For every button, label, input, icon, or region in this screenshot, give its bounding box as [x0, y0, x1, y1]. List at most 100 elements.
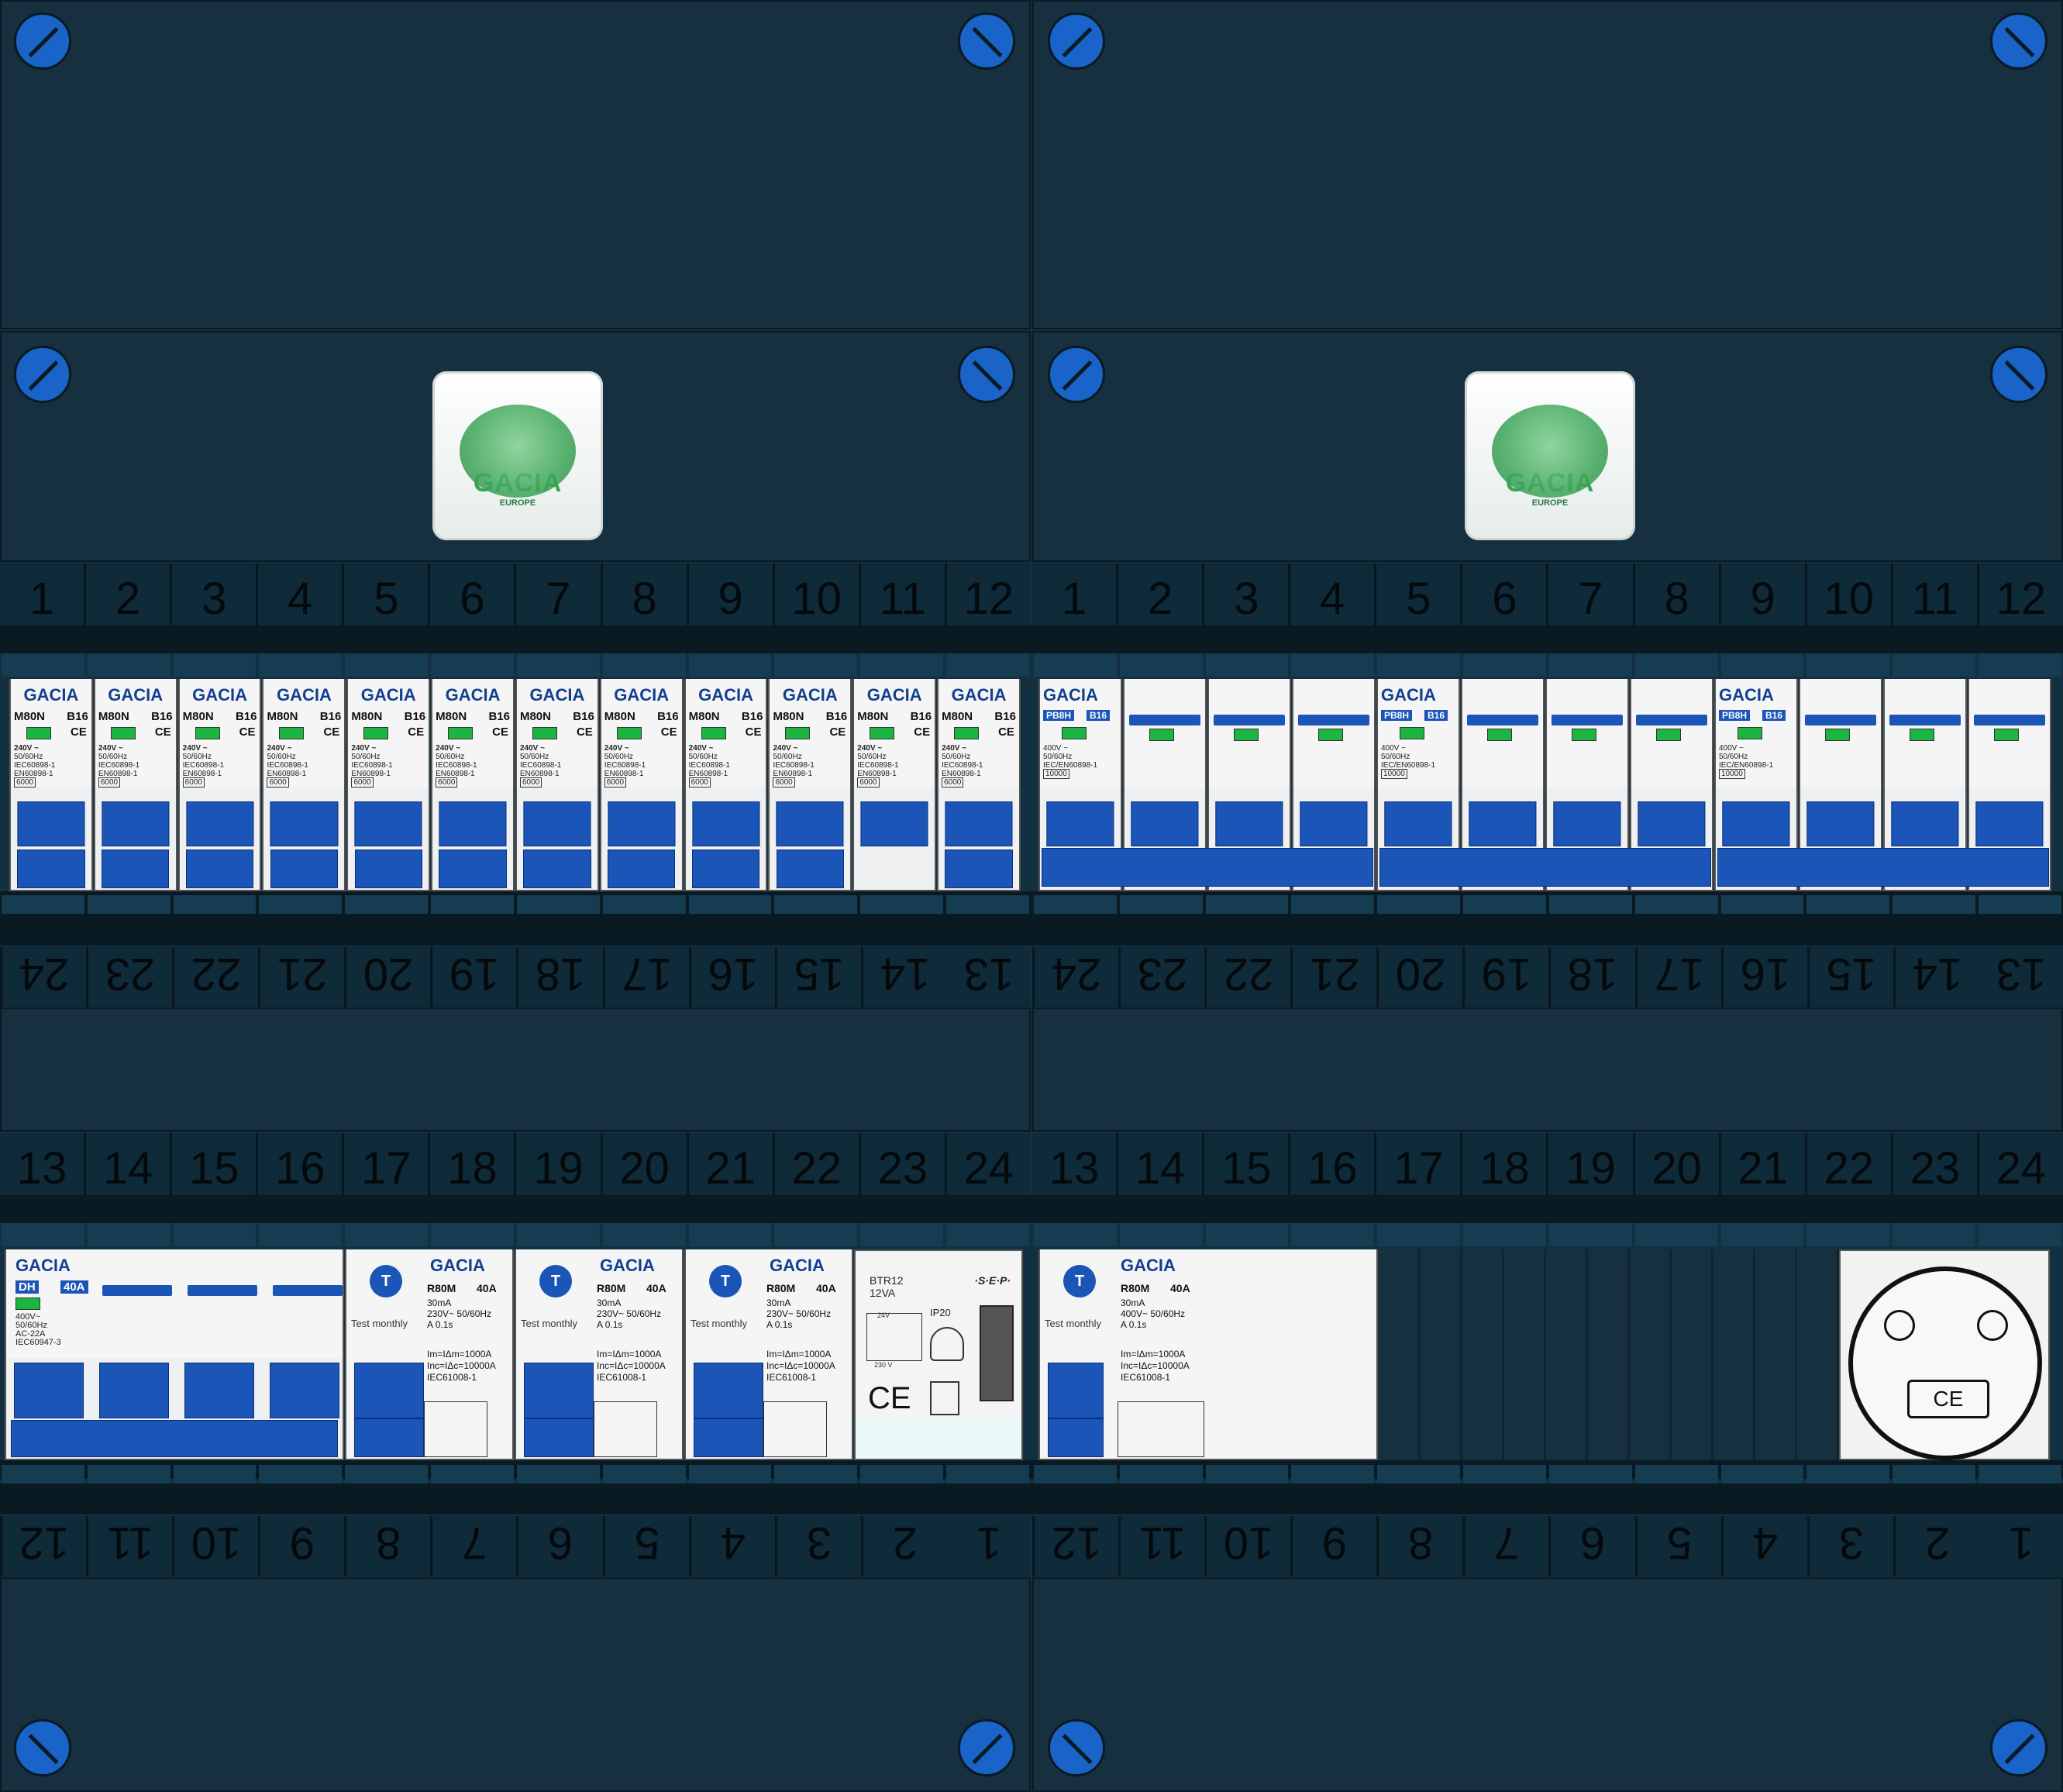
toggle-lever[interactable]	[1469, 801, 1537, 846]
spec-text: 30mA 230V~ 50/60Hz A 0.1s	[766, 1297, 832, 1330]
toggle-lever[interactable]	[354, 1363, 424, 1418]
mcb-breaker[interactable]: GACIA M80N B16 CE 240V ~50/60Hz IEC60898-1 EN6…	[684, 679, 768, 891]
rcd-unit[interactable]: T Test monthly GACIA R80M 40A 30mA 230V~ …	[515, 1249, 684, 1460]
toggle-lever[interactable]	[270, 801, 338, 846]
model-text: M80N	[942, 710, 973, 723]
mcb-breaker[interactable]: GACIA M80N B16 CE 240V ~50/60Hz IEC60898-1 EN6…	[262, 679, 346, 891]
toggle-lever[interactable]	[14, 1363, 84, 1418]
position-number: 17	[344, 1133, 431, 1195]
toggle-lever[interactable]	[1891, 801, 1959, 846]
test-button[interactable]: T	[539, 1265, 572, 1297]
ce-mark: CE	[745, 725, 762, 739]
mcb-breaker[interactable]: GACIA M80N B16 CE 240V ~50/60Hz IEC60898-1 EN6…	[9, 679, 93, 891]
test-button[interactable]: T	[1063, 1265, 1096, 1297]
toggle-lever[interactable]	[354, 801, 422, 846]
mcb-breaker[interactable]: GACIA M80N B16 CE 240V ~50/60Hz IEC60898-1 EN6…	[937, 679, 1021, 891]
toggle-lever[interactable]	[691, 801, 760, 846]
toggle-lever[interactable]	[1131, 801, 1199, 846]
toggle-lever[interactable]	[1806, 801, 1875, 846]
toggle-lever[interactable]	[1300, 801, 1368, 846]
rcd-unit[interactable]: T Test monthly GACIA R80M 40A 30mA 230V~ …	[345, 1249, 514, 1460]
toggle-lever[interactable]	[1722, 801, 1790, 846]
toggle-lever[interactable]	[99, 1363, 169, 1418]
lever-base	[270, 849, 339, 888]
toggle-lever[interactable]	[524, 1363, 594, 1418]
main-switch-dh[interactable]: GACIA DH 40A 400V~ 50/60Hz AC-22A IEC60947-…	[5, 1249, 344, 1460]
device-label: GACIA PB8H B16 400V ~50/60Hz IEC/EN60898-1 10…	[1378, 679, 1459, 789]
position-number: 12	[0, 1516, 87, 1577]
position-number: 16	[1290, 1133, 1377, 1195]
ce-mark: CE	[154, 725, 171, 739]
toggle-lever[interactable]	[186, 801, 254, 846]
device-label: GACIA M80N B16 CE 240V ~50/60Hz IEC60898-1 EN6…	[601, 679, 682, 789]
status-indicator	[15, 1297, 40, 1310]
mcb-breaker[interactable]: GACIA M80N B16 CE 240V ~50/60Hz IEC60898-1 EN6…	[177, 679, 262, 891]
status-indicator	[448, 727, 474, 739]
test-button[interactable]: T	[709, 1265, 742, 1297]
mcb-breaker[interactable]: GACIA M80N B16 CE 240V ~50/60Hz IEC60898-1 EN6…	[768, 679, 852, 891]
blank-cap	[1636, 715, 1707, 725]
toggle-lever[interactable]	[523, 801, 591, 846]
blank-cap	[188, 1285, 257, 1296]
toggle-lever[interactable]	[945, 801, 1013, 846]
rating-text: B16	[319, 710, 342, 723]
toggle-lever[interactable]	[860, 801, 928, 846]
right-bottom-cover	[1032, 1577, 2063, 1792]
toggle-lever[interactable]	[1046, 801, 1114, 846]
blank-slot	[1462, 1249, 1504, 1460]
position-number: 3	[172, 563, 259, 625]
position-number: 6	[1462, 563, 1549, 625]
device-label	[1969, 679, 2050, 789]
mcb-breaker[interactable]: GACIA M80N B16 CE 240V ~50/60Hz IEC60898-1 EN6…	[93, 679, 177, 891]
toggle-lever[interactable]	[694, 1363, 763, 1418]
blank-slot	[1379, 1249, 1421, 1460]
din-rail-shadow	[0, 625, 2063, 653]
toggle-lever[interactable]	[17, 801, 85, 846]
toggle-lever[interactable]	[1215, 801, 1283, 846]
mcb-breaker[interactable]: GACIA M80N B16 CE 240V ~50/60Hz IEC60898-1 EN6…	[599, 679, 684, 891]
position-number: 23	[86, 947, 173, 1008]
toggle-lever[interactable]	[270, 1363, 339, 1418]
mcb-breaker[interactable]: GACIA M80N B16 CE 240V ~50/60Hz IEC60898-1 EN6…	[346, 679, 431, 891]
status-indicator	[1234, 729, 1259, 741]
rcd-unit[interactable]: T Test monthly GACIA R80M 40A 30mA 230V~ …	[684, 1249, 853, 1460]
brand-text: GACIA	[529, 685, 585, 705]
blank-cap	[1974, 715, 2045, 725]
toggle-lever[interactable]	[776, 801, 844, 846]
toggle-lever[interactable]	[1384, 801, 1452, 846]
position-number: 17	[1634, 947, 1721, 1008]
mcb-breaker[interactable]: GACIA M80N B16 CE 240V ~50/60Hz IEC60898-1 EN6…	[431, 679, 515, 891]
din-socket-outlet[interactable]: CE	[1839, 1249, 2050, 1460]
test-monthly-text: Test monthly	[691, 1318, 747, 1329]
model-text: M80N	[436, 710, 467, 723]
toggle-lever[interactable]	[184, 1363, 254, 1418]
toggle-lever[interactable]	[608, 801, 676, 846]
position-number: 1	[1032, 563, 1119, 625]
position-number: 1	[2008, 1518, 2034, 1568]
blank-slot	[1421, 1249, 1462, 1460]
toggle-lever[interactable]	[1638, 801, 1706, 846]
position-number: 12	[1996, 574, 2047, 624]
position-number: 5	[602, 1516, 689, 1577]
pb8h-group: GACIA PB8H B16 400V ~50/60Hz IEC/EN60898-1 10…	[1038, 679, 1376, 891]
brand-text: GACIA	[23, 685, 79, 705]
toggle-lever[interactable]	[1975, 801, 2044, 846]
position-number: 22	[775, 1133, 861, 1195]
position-number: 3	[1806, 1516, 1893, 1577]
test-button[interactable]: T	[370, 1265, 402, 1297]
toggle-lever[interactable]	[1553, 801, 1621, 846]
toggle-lever[interactable]	[1048, 1363, 1104, 1418]
model-text: PB8H	[1381, 710, 1413, 721]
status-indicator	[1994, 729, 2019, 741]
status-indicator	[363, 727, 389, 739]
toggle-lever[interactable]	[102, 801, 170, 846]
rcd-4pole-unit[interactable]: T Test monthly GACIA R80M 40A 30mA 400V~ …	[1038, 1249, 1378, 1460]
mcb-breaker[interactable]: GACIA M80N B16 CE 240V ~50/60Hz IEC60898-1 EN6…	[852, 679, 937, 891]
mcb-breaker[interactable]: GACIA M80N B16 CE 240V ~50/60Hz IEC60898-1 EN6…	[515, 679, 599, 891]
toggle-lever[interactable]	[439, 801, 507, 846]
device-label: GACIA M80N B16 CE 240V ~50/60Hz IEC60898-1 EN6…	[854, 679, 935, 789]
device-label: GACIA M80N B16 CE 240V ~50/60Hz IEC60898-1 EN6…	[432, 679, 513, 789]
position-number: 4	[688, 1516, 775, 1577]
ce-mark: CE	[576, 725, 593, 739]
position-number: 10	[1807, 563, 1893, 625]
